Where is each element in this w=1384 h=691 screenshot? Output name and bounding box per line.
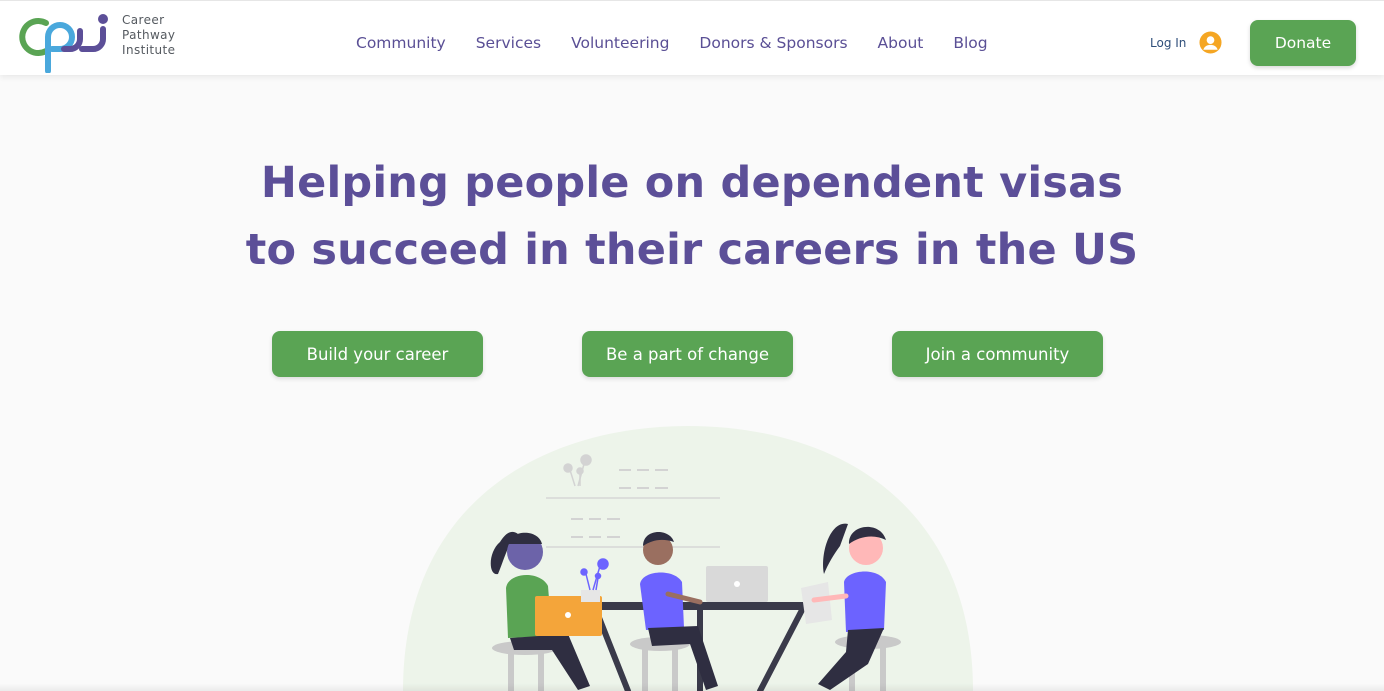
hero-heading: Helping people on dependent visas to suc… (192, 150, 1192, 284)
join-community-button[interactable]: Join a community (892, 331, 1103, 377)
user-circle-icon[interactable] (1199, 31, 1222, 54)
nav-volunteering[interactable]: Volunteering (571, 33, 669, 53)
logo-wordmark: Career Pathway Institute (122, 13, 175, 58)
nav-donors-sponsors[interactable]: Donors & Sponsors (699, 33, 847, 53)
logo-line: Pathway (122, 28, 176, 42)
nav-about[interactable]: About (878, 33, 924, 53)
top-navbar: Career Pathway Institute Community Servi… (0, 0, 1384, 75)
nav-blog[interactable]: Blog (953, 33, 987, 53)
be-part-of-change-button[interactable]: Be a part of change (582, 331, 793, 377)
donate-button[interactable]: Donate (1250, 20, 1356, 66)
cpi-logo-icon (19, 14, 108, 73)
login-link[interactable]: Log In (1150, 36, 1186, 50)
nav-community[interactable]: Community (356, 33, 446, 53)
site-logo[interactable]: Career Pathway Institute (14, 13, 194, 73)
logo-line: Career (122, 13, 165, 27)
nav-services[interactable]: Services (476, 33, 541, 53)
main-nav: Community Services Volunteering Donors &… (356, 33, 988, 53)
build-career-button[interactable]: Build your career (272, 331, 483, 377)
hero-heading-line: Helping people on dependent visas (260, 158, 1124, 208)
section-divider (0, 683, 1384, 691)
hero-heading-line: to succeed in their careers in the US (245, 225, 1139, 275)
logo-line: Institute (122, 43, 176, 57)
team-working-illustration (403, 426, 973, 691)
